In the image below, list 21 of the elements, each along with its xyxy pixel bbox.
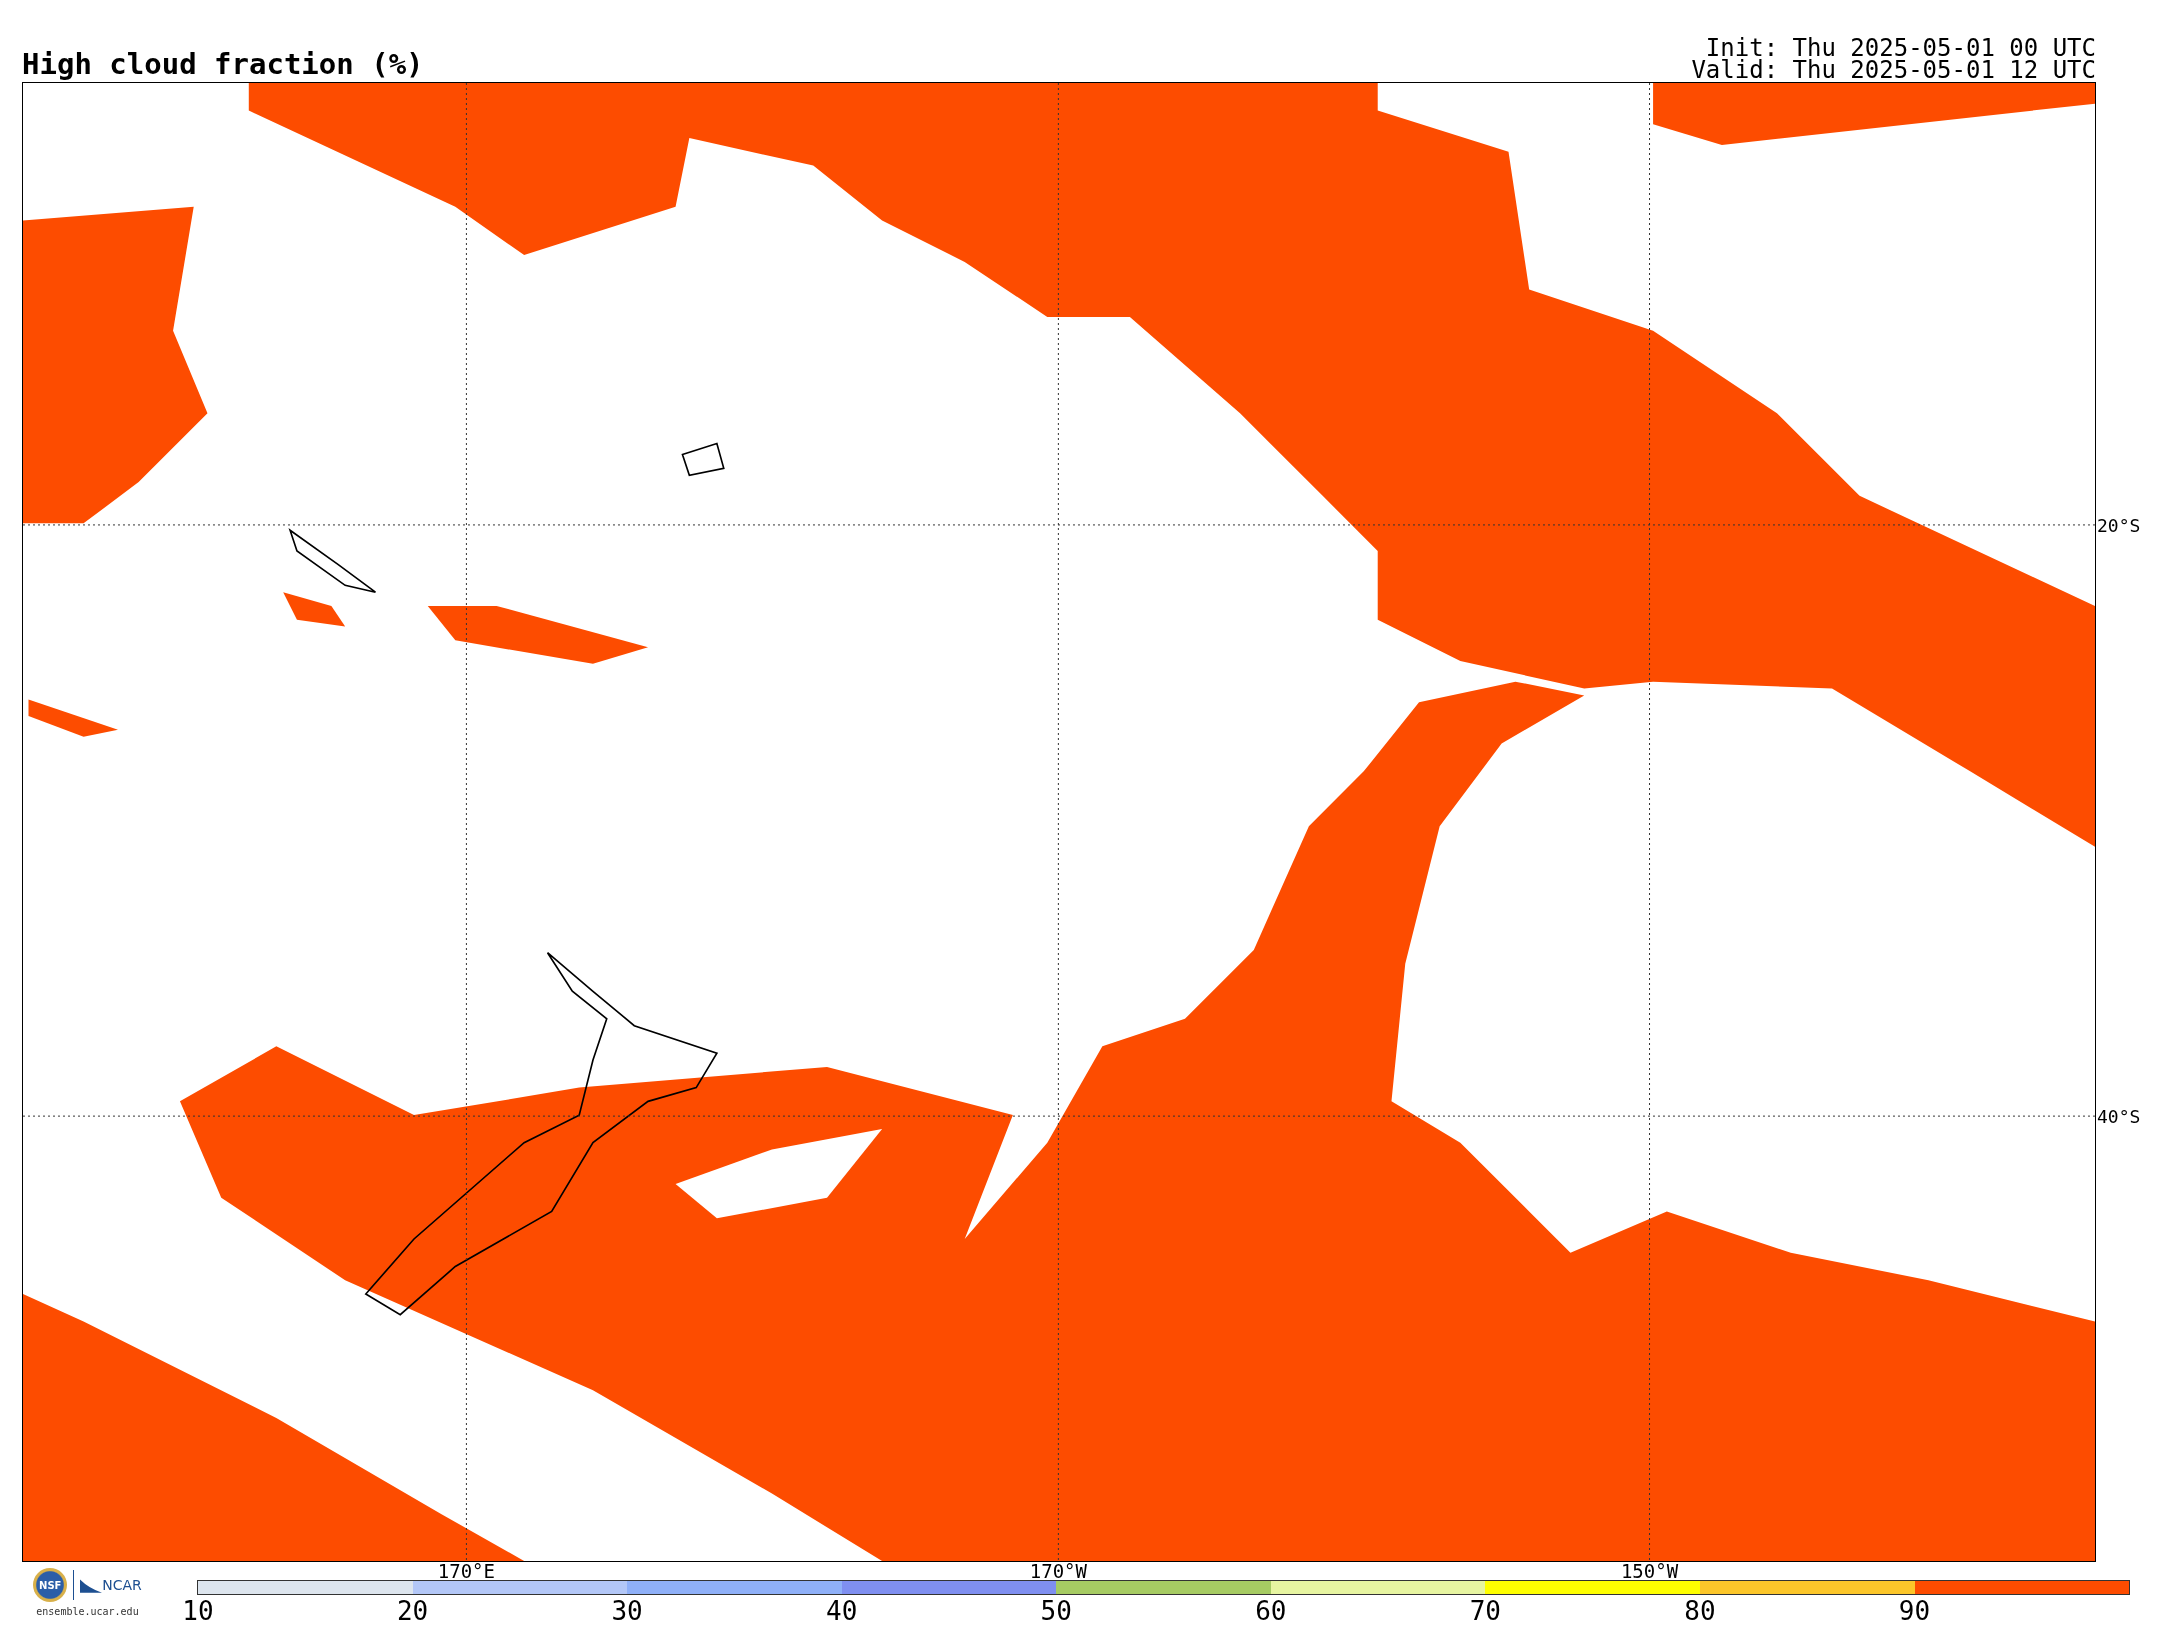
run-time-text: Valid: Thu 2025-05-01 12 UTC <box>1691 59 2096 81</box>
colorbar-tick-label: 50 <box>1040 1596 1072 1626</box>
run-time-text: Init: Thu 2025-05-01 00 UTC <box>1705 37 2096 59</box>
longitude-label: 170°W <box>1029 1561 1087 1581</box>
website-text: ensemble.ucar.edu <box>36 1606 139 1617</box>
longitude-label: 170°E <box>437 1561 495 1581</box>
colorbar-tick-label: 70 <box>1469 1596 1502 1626</box>
colorbar-tick-label: 40 <box>826 1596 858 1626</box>
swoosh-icon <box>80 1577 103 1593</box>
colorbar-tick-label: 60 <box>1255 1596 1287 1626</box>
ncar-logo-text: NCAR <box>102 1577 142 1593</box>
nsf-logo: NSF <box>33 1568 68 1602</box>
colorbar-tick-label: 80 <box>1684 1596 1716 1626</box>
colorbar-tick-label: 30 <box>611 1596 643 1626</box>
colorbar-tick-label: 10 <box>182 1596 214 1626</box>
colorbar-tick-label: 90 <box>1898 1596 1931 1626</box>
latitude-label: 20°S <box>2096 514 2141 536</box>
chart-title: High cloud fraction (%) <box>22 50 424 79</box>
longitude-label: 150°W <box>1620 1561 1679 1581</box>
latitude-label: 40°S <box>2096 1105 2141 1127</box>
colorbar-tick-label: 20 <box>396 1596 429 1626</box>
